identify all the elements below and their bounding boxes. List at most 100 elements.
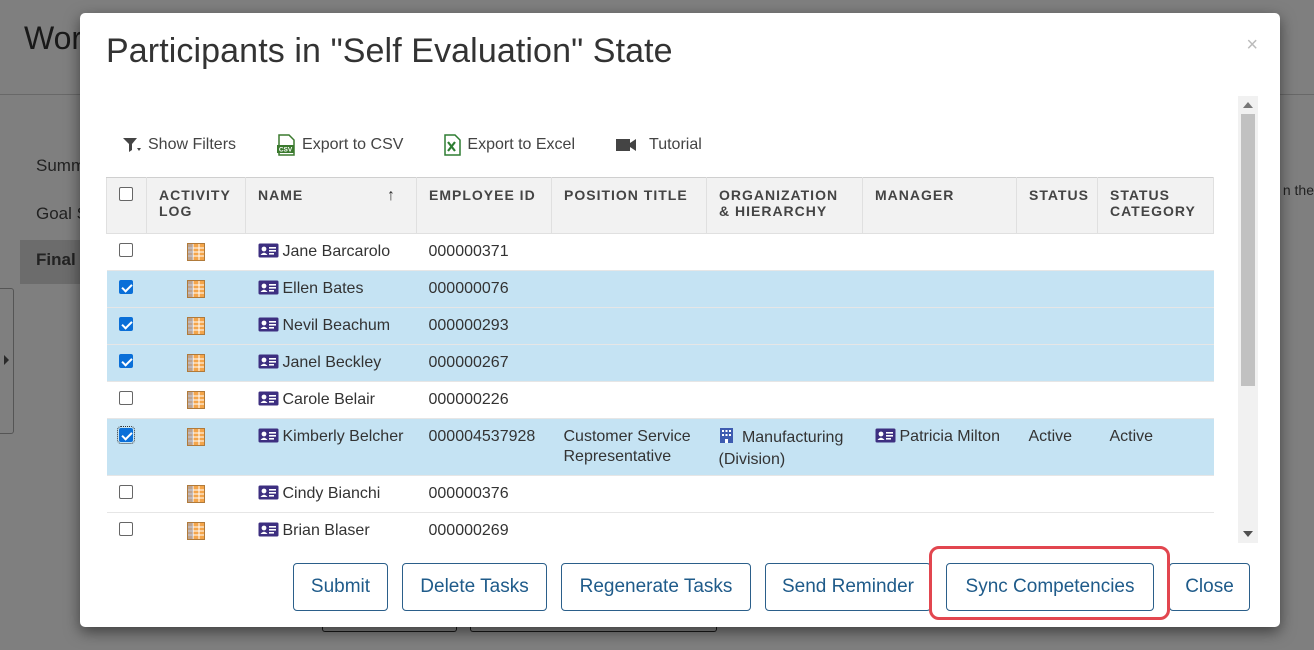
position-title-cell [551,475,707,513]
column-header-name[interactable]: NAME ↑ [245,177,417,234]
activity-log-icon[interactable] [187,522,205,543]
name-cell: Brian Blaser [245,512,417,543]
table-row[interactable]: Jane Barcarolo 000000371 [106,233,1214,271]
tutorial-button[interactable]: Tutorial [615,136,702,154]
column-header-manager[interactable]: MANAGER [862,177,1017,234]
send-reminder-button[interactable]: Send Reminder [765,563,931,611]
row-select-cell [106,270,147,308]
employee-name[interactable]: Ellen Bates [283,280,364,297]
regenerate-tasks-button[interactable]: Regenerate Tasks [561,563,751,611]
show-filters-button[interactable]: Show Filters [122,136,236,154]
position-title [564,345,695,353]
activity-log-cell [146,418,246,476]
employee-name[interactable]: Nevil Beachum [283,317,391,334]
delete-tasks-button[interactable]: Delete Tasks [402,563,547,611]
select-all-checkbox[interactable] [119,187,133,201]
column-header-status-category[interactable]: STATUS CATEGORY [1097,177,1214,234]
table-row[interactable]: Cindy Bianchi 000000376 [106,475,1214,513]
scroll-down-arrow-icon[interactable] [1243,531,1253,537]
name-cell: Cindy Bianchi [245,475,417,513]
employee-card-icon[interactable] [258,428,279,449]
column-header-organization[interactable]: ORGANIZATION & HIERARCHY [706,177,863,234]
employee-name[interactable]: Brian Blaser [283,522,370,539]
status-category-cell [1097,233,1214,271]
activity-log-icon[interactable] [187,280,205,303]
organization-cell [706,381,863,419]
close-button[interactable]: Close [1169,563,1250,611]
table-row[interactable]: Ellen Bates 000000076 [106,270,1214,308]
organization-cell [706,512,863,543]
column-header-status[interactable]: STATUS [1016,177,1098,234]
row-checkbox[interactable] [118,243,133,257]
employee-card-icon[interactable] [258,354,279,375]
scroll-up-arrow-icon[interactable] [1243,102,1253,108]
employee-name[interactable]: Carole Belair [283,391,375,408]
row-checkbox[interactable] [118,317,133,331]
svg-text:CSV: CSV [279,147,293,154]
status: Active [1028,428,1073,445]
status [1029,476,1086,484]
export-excel-button[interactable]: Export to Excel [443,134,575,156]
scrollbar-thumb[interactable] [1241,114,1255,386]
submit-button[interactable]: Submit [293,563,388,611]
row-checkbox[interactable] [118,280,133,294]
employee-card-icon[interactable] [258,243,279,264]
manager-name[interactable]: Patricia Milton [900,428,1000,445]
name-cell: Nevil Beachum [245,307,417,345]
name-cell: Kimberly Belcher [245,418,417,476]
position-title [564,382,695,390]
activity-log-icon[interactable] [187,317,205,340]
participants-table: ACTIVITY LOG NAME ↑ EMPLOYEE ID POSITION … [106,177,1214,543]
employee-name[interactable]: Cindy Bianchi [283,485,381,502]
status-category [1110,234,1202,242]
activity-log-icon[interactable] [187,243,205,266]
employee-card-icon[interactable] [258,522,279,543]
status [1029,382,1086,390]
employee-name[interactable]: Kimberly Belcher [283,428,404,445]
employee-card-icon[interactable] [258,485,279,506]
grid-scrollbar[interactable] [1238,96,1258,543]
table-row[interactable]: Carole Belair 000000226 [106,381,1214,419]
status-cell [1016,512,1098,543]
table-row[interactable]: Kimberly Belcher 000004537928 Customer Ser… [106,418,1214,476]
position-title-cell [551,512,707,543]
employee-card-icon[interactable] [258,391,279,412]
row-checkbox[interactable] [118,485,133,499]
building-icon[interactable] [719,427,734,450]
employee-name[interactable]: Jane Barcarolo [283,243,391,260]
column-header-employee-id[interactable]: EMPLOYEE ID [416,177,552,234]
activity-log-icon[interactable] [187,391,205,414]
manager-card-icon[interactable] [875,428,896,449]
activity-log-icon[interactable] [187,354,205,377]
employee-id-cell: 000000371 [416,233,552,271]
activity-log-cell [146,344,246,382]
name-cell: Ellen Bates [245,270,417,308]
employee-id: 000000267 [428,354,509,371]
table-row[interactable]: Brian Blaser 000000269 [106,512,1214,543]
manager-cell [862,270,1017,308]
row-checkbox[interactable] [118,522,133,536]
row-checkbox[interactable] [118,354,133,368]
employee-card-icon[interactable] [258,317,279,338]
row-checkbox[interactable] [118,391,133,405]
activity-log-icon[interactable] [187,485,205,508]
close-icon[interactable]: × [1246,35,1258,55]
position-title [564,271,695,279]
table-row[interactable]: Janel Beckley 000000267 [106,344,1214,382]
grid-header-row: ACTIVITY LOG NAME ↑ EMPLOYEE ID POSITION … [106,177,1214,234]
manager-cell [862,512,1017,543]
export-csv-button[interactable]: CSV Export to CSV [276,134,403,156]
row-checkbox[interactable] [116,426,135,444]
employee-name[interactable]: Janel Beckley [283,354,382,371]
column-header-position-title[interactable]: POSITION TITLE [551,177,707,234]
organization-cell [706,475,863,513]
activity-log-icon[interactable] [187,428,205,451]
column-header-activity-log[interactable]: ACTIVITY LOG [146,177,246,234]
export-excel-label: Export to Excel [467,136,576,153]
organization-cell: Manufacturing (Division) [706,418,863,476]
activity-log-cell [146,270,246,308]
employee-card-icon[interactable] [258,280,279,301]
status-category [1110,271,1202,279]
status-category-cell [1097,270,1214,308]
table-row[interactable]: Nevil Beachum 000000293 [106,307,1214,345]
